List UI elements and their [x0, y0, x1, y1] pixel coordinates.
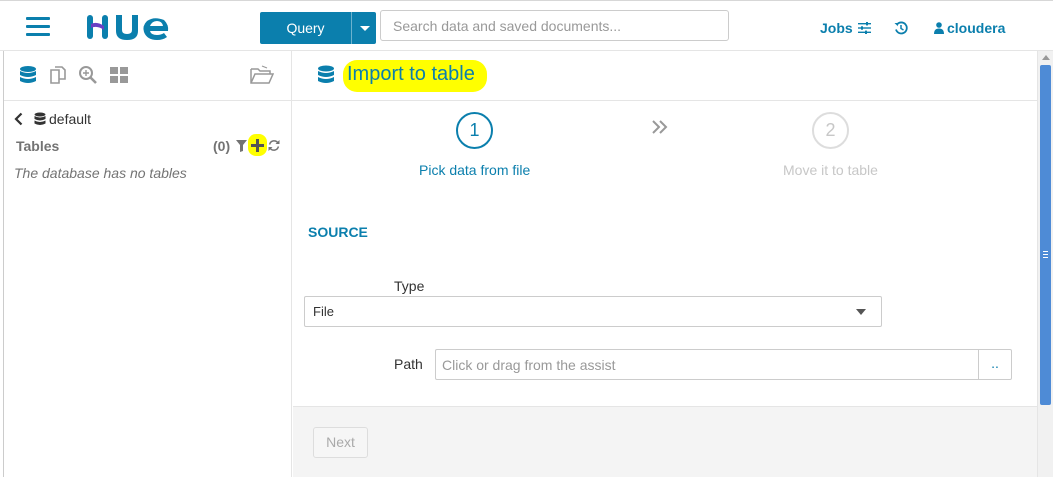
- empty-tables-message: The database has no tables: [14, 165, 187, 181]
- double-chevron-right-icon: [652, 120, 668, 134]
- documents-icon[interactable]: [48, 65, 68, 85]
- step-2-indicator[interactable]: 2: [812, 112, 849, 149]
- assist-tabs: [4, 51, 293, 101]
- menu-line-icon: [26, 33, 50, 36]
- type-select-value: File: [313, 304, 334, 319]
- user-icon[interactable]: [934, 22, 944, 34]
- filter-icon[interactable]: [236, 140, 247, 152]
- top-navigation-bar: Query Jobs cloudera: [0, 0, 1053, 51]
- global-search-input[interactable]: [380, 10, 729, 41]
- scrollbar-thumb[interactable]: [1040, 65, 1051, 405]
- folder-open-icon[interactable]: [250, 65, 274, 85]
- refresh-icon[interactable]: [268, 139, 280, 152]
- step-2-label[interactable]: Move it to table: [783, 162, 878, 178]
- page-title: Import to table: [347, 63, 475, 85]
- grid-icon[interactable]: [109, 65, 129, 85]
- main-content: Import to table 1 Pick data from file 2 …: [293, 51, 1037, 477]
- step-1-indicator[interactable]: 1: [456, 112, 493, 149]
- path-label: Path: [394, 356, 423, 372]
- database-icon: [318, 65, 334, 83]
- path-input[interactable]: [435, 349, 979, 380]
- sliders-icon[interactable]: [858, 22, 871, 34]
- step-1-label[interactable]: Pick data from file: [419, 162, 530, 178]
- magnifier-icon[interactable]: [78, 65, 98, 85]
- grip-icon: [1043, 251, 1048, 258]
- browse-path-button[interactable]: ..: [978, 349, 1012, 380]
- tables-count: (0): [213, 138, 231, 154]
- database-name[interactable]: default: [49, 111, 91, 127]
- next-button[interactable]: Next: [313, 427, 368, 458]
- menu-line-icon: [26, 25, 50, 28]
- jobs-link[interactable]: Jobs: [820, 20, 853, 36]
- wizard-footer: Next: [293, 406, 1037, 477]
- chevron-down-icon[interactable]: [856, 309, 866, 315]
- type-select[interactable]: File: [304, 296, 882, 327]
- user-menu-link[interactable]: cloudera: [947, 20, 1005, 36]
- back-chevron-icon[interactable]: [14, 112, 23, 126]
- scroll-up-arrow-icon[interactable]: [1042, 55, 1050, 60]
- plus-icon[interactable]: [251, 139, 264, 152]
- hue-logo[interactable]: [84, 12, 184, 42]
- left-assist-panel: default Tables (0) The database has no t…: [3, 51, 293, 477]
- query-button[interactable]: Query: [260, 12, 351, 44]
- tables-heading: Tables: [16, 138, 60, 154]
- vertical-scrollbar[interactable]: [1037, 51, 1053, 477]
- source-section-title: SOURCE: [308, 224, 368, 240]
- database-icon[interactable]: [18, 65, 38, 85]
- query-dropdown-caret-icon[interactable]: [351, 12, 376, 44]
- type-label: Type: [394, 278, 425, 294]
- menu-line-icon: [26, 17, 50, 20]
- database-icon: [34, 112, 46, 125]
- history-icon[interactable]: [894, 21, 908, 35]
- page-header: Import to table: [293, 51, 1037, 101]
- hamburger-menu-icon[interactable]: [26, 17, 50, 37]
